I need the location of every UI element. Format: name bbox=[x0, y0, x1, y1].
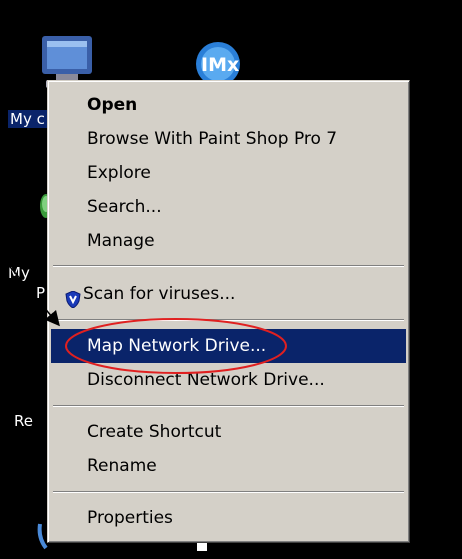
menu-separator bbox=[53, 319, 404, 321]
menu-item-map-network-drive[interactable]: Map Network Drive... bbox=[51, 329, 406, 363]
menu-item-rename[interactable]: Rename bbox=[51, 449, 406, 483]
menu-item-properties[interactable]: Properties bbox=[51, 501, 406, 535]
menu-separator bbox=[53, 405, 404, 407]
menu-item-label: Map Network Drive... bbox=[87, 336, 267, 356]
menu-item-scan-for-viruses[interactable]: Scan for viruses... bbox=[51, 277, 406, 311]
shield-icon bbox=[65, 286, 81, 309]
menu-item-create-shortcut[interactable]: Create Shortcut bbox=[51, 415, 406, 449]
menu-item-label: Properties bbox=[87, 508, 173, 528]
my-network-places-label[interactable]: My bbox=[8, 264, 30, 282]
menu-item-label: Open bbox=[87, 95, 138, 115]
menu-item-label: Rename bbox=[87, 456, 157, 476]
menu-item-label: Create Shortcut bbox=[87, 422, 222, 442]
menu-item-search[interactable]: Search... bbox=[51, 190, 406, 224]
desktop: My c IMx My P Re Open Browse With Paint … bbox=[0, 0, 462, 559]
my-network-places-label-line2[interactable]: P bbox=[36, 284, 45, 302]
svg-text:IMx: IMx bbox=[201, 54, 239, 76]
menu-item-label: Manage bbox=[87, 231, 155, 251]
my-computer-label[interactable]: My c bbox=[8, 110, 47, 128]
menu-item-manage[interactable]: Manage bbox=[51, 224, 406, 258]
menu-item-open[interactable]: Open bbox=[51, 88, 406, 122]
menu-item-browse-paint-shop-pro[interactable]: Browse With Paint Shop Pro 7 bbox=[51, 122, 406, 156]
menu-item-label: Explore bbox=[87, 163, 151, 183]
imx-app-icon[interactable]: IMx bbox=[192, 38, 252, 86]
menu-item-explore[interactable]: Explore bbox=[51, 156, 406, 190]
menu-separator bbox=[53, 265, 404, 267]
menu-item-label: Disconnect Network Drive... bbox=[87, 370, 325, 390]
context-menu: Open Browse With Paint Shop Pro 7 Explor… bbox=[47, 80, 410, 543]
menu-item-disconnect-network-drive[interactable]: Disconnect Network Drive... bbox=[51, 363, 406, 397]
menu-item-label: Search... bbox=[87, 197, 162, 217]
menu-separator bbox=[53, 491, 404, 493]
recycle-bin-label[interactable]: Re bbox=[14, 412, 33, 430]
menu-item-label: Scan for viruses... bbox=[83, 284, 236, 304]
menu-item-label: Browse With Paint Shop Pro 7 bbox=[87, 129, 338, 149]
